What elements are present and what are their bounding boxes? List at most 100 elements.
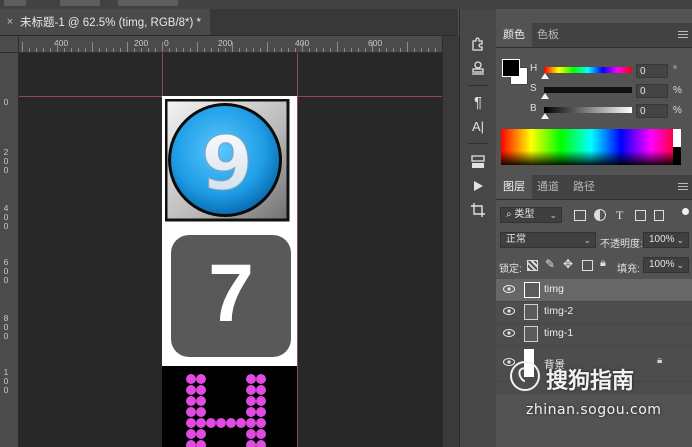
ruler-tick <box>232 42 233 52</box>
ruler-label: 0 <box>164 38 169 48</box>
visibility-eye-icon[interactable] <box>503 285 515 293</box>
blend-mode-select[interactable]: 正常 ⌄ <box>500 232 596 248</box>
spectrum-black-white[interactable] <box>673 129 681 165</box>
matrix-dot <box>186 385 196 395</box>
layer-row-timg[interactable]: timg <box>496 279 692 302</box>
matrix-dot <box>186 374 196 384</box>
document-canvas[interactable]: 9 7 <box>162 96 297 447</box>
lock-transparent-icon[interactable] <box>527 260 538 271</box>
visibility-eye-icon[interactable] <box>503 329 515 337</box>
saturation-label: S <box>530 83 537 94</box>
tab-swatches[interactable]: 色板 <box>530 23 566 47</box>
ruler-tick <box>281 48 282 52</box>
matrix-dot <box>196 407 206 417</box>
lock-artboard-icon[interactable] <box>582 260 593 271</box>
crop-icon[interactable] <box>460 199 496 221</box>
options-fragment[interactable] <box>4 0 26 6</box>
ruler-tick <box>351 48 352 52</box>
vertical-ruler[interactable]: 0 2 0 0 4 0 0 6 0 0 8 0 0 1 0 0 <box>0 36 19 447</box>
foreground-color-swatch[interactable] <box>502 59 520 77</box>
filter-pixel-icon[interactable] <box>574 210 586 221</box>
filter-smart-object-icon[interactable] <box>654 210 664 221</box>
fill-label: 填充: <box>617 264 640 275</box>
lock-brush-icon[interactable]: ✎ <box>545 257 555 271</box>
layers-panel-tabs: 图层 通道 路径 <box>496 175 692 200</box>
ruler-tick <box>309 48 310 52</box>
horizontal-ruler[interactable]: 400 200 0 200 400 600 <box>18 36 442 53</box>
saturation-slider[interactable] <box>544 87 632 93</box>
options-fragment[interactable] <box>60 0 100 6</box>
close-tab-icon[interactable]: × <box>0 16 20 28</box>
canvas-area[interactable]: 9 7 <box>19 53 442 447</box>
panel-menu-icon[interactable] <box>678 29 688 40</box>
layer-comps-icon[interactable] <box>460 151 496 173</box>
lock-all-icon[interactable]: 🔒︎ <box>600 257 606 270</box>
hue-value[interactable]: 0 <box>636 64 668 78</box>
panel-collapse-strip[interactable] <box>442 36 459 447</box>
number-seven-image[interactable]: 7 <box>171 235 291 357</box>
ruler-tick <box>29 48 30 52</box>
number-nine-image[interactable]: 9 <box>165 99 291 223</box>
tab-channels[interactable]: 通道 <box>530 175 566 199</box>
slider-knob[interactable] <box>541 93 549 99</box>
tab-layers[interactable]: 图层 <box>496 175 532 199</box>
lock-label: 锁定: <box>499 264 522 275</box>
document-tab-bar: × 未标题-1 @ 62.5% (timg, RGB/8*) * <box>0 9 458 36</box>
ruler-corner[interactable] <box>0 36 19 53</box>
guide-line[interactable] <box>297 53 298 447</box>
tab-color[interactable]: 颜色 <box>496 23 532 47</box>
dot-matrix-pattern <box>162 366 297 447</box>
matrix-dot <box>206 418 216 428</box>
type-a-icon[interactable]: A| <box>460 115 496 137</box>
ruler-tick <box>22 42 23 52</box>
ruler-tick <box>288 48 289 52</box>
document-tab[interactable]: × 未标题-1 @ 62.5% (timg, RGB/8*) * <box>0 9 210 35</box>
hue-slider[interactable] <box>544 67 632 73</box>
lock-move-icon[interactable]: ✥ <box>563 257 573 271</box>
paragraph-icon[interactable]: ¶ <box>460 91 496 113</box>
filter-type-icon[interactable]: T <box>616 208 623 223</box>
ruler-tick <box>120 48 121 52</box>
number-nine: 9 <box>201 121 253 207</box>
layer-filter-select[interactable]: ⌕ 类型 ⌄ <box>500 207 562 223</box>
layer-row-timg-1[interactable]: timg-1 <box>496 323 692 346</box>
play-icon[interactable] <box>460 175 496 197</box>
tab-paths[interactable]: 路径 <box>566 175 602 199</box>
filter-shape-icon[interactable] <box>635 210 646 221</box>
layer-name: timg-1 <box>544 327 574 339</box>
ruler-label: 600 <box>368 38 383 48</box>
dot-matrix-image[interactable] <box>162 366 297 447</box>
matrix-dot <box>196 429 206 439</box>
smart-object-thumbnail <box>524 304 538 320</box>
watermark-brand: 搜狗指南 <box>546 369 635 394</box>
fill-field[interactable]: 100% ⌄ <box>643 257 689 273</box>
ruler-tick <box>85 48 86 52</box>
slider-knob[interactable] <box>541 113 549 119</box>
search-icon: ⌕ <box>506 209 512 220</box>
brightness-value[interactable]: 0 <box>636 104 668 118</box>
panel-menu-icon[interactable] <box>678 181 688 192</box>
opacity-field[interactable]: 100% ⌄ <box>643 232 689 248</box>
ruler-tick <box>57 42 58 52</box>
puzzle-icon[interactable] <box>460 33 496 55</box>
toolbar-divider <box>468 85 488 86</box>
ruler-label: 2 0 0 <box>3 147 9 175</box>
ruler-label: 8 0 0 <box>3 313 9 341</box>
filter-toggle-icon[interactable] <box>682 208 689 215</box>
brightness-slider[interactable] <box>544 107 632 113</box>
saturation-value[interactable]: 0 <box>636 84 668 98</box>
visibility-eye-icon[interactable] <box>503 307 515 315</box>
ruler-tick <box>407 42 408 52</box>
filter-adjustment-icon[interactable] <box>594 209 606 221</box>
layer-row-timg-2[interactable]: timg-2 <box>496 301 692 324</box>
slider-knob[interactable] <box>541 73 549 79</box>
ruler-tick <box>435 48 436 52</box>
stamp-icon[interactable] <box>460 57 496 79</box>
ruler-tick <box>372 42 373 52</box>
color-spectrum[interactable] <box>501 129 681 165</box>
matrix-dot <box>196 385 206 395</box>
opacity-label: 不透明度: <box>600 239 643 250</box>
options-fragment[interactable] <box>118 0 178 6</box>
sogou-logo-icon <box>510 361 540 391</box>
matrix-dot <box>246 374 256 384</box>
